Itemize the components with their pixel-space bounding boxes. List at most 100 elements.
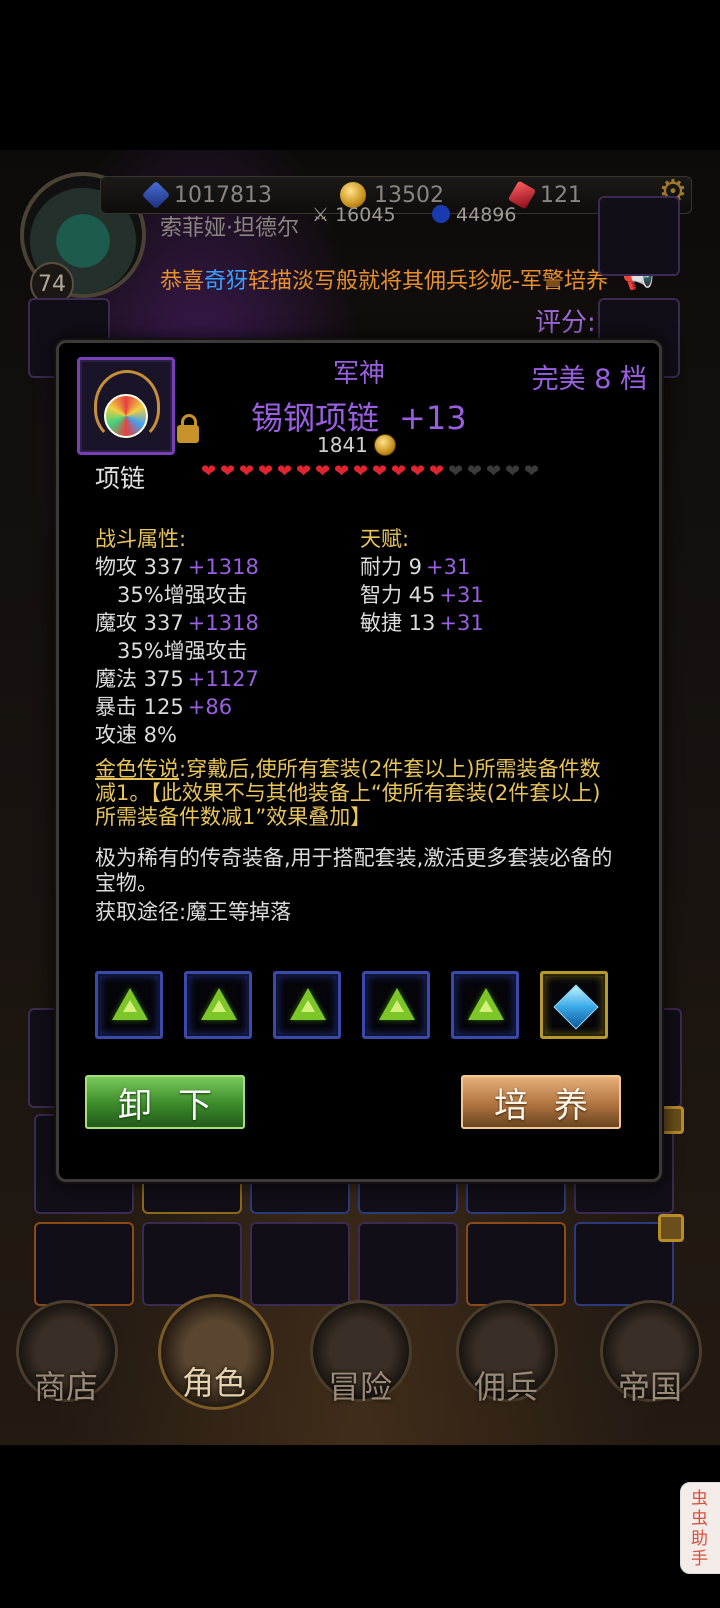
filled-heart-icon: ❤ xyxy=(409,461,426,482)
sapphire-count: 1017813 xyxy=(174,182,272,208)
filled-heart-icon: ❤ xyxy=(371,461,388,482)
gem-socket[interactable] xyxy=(184,971,252,1039)
legendary-label[interactable]: 金色传说 xyxy=(95,757,179,781)
stat-bonus: +1318 xyxy=(187,555,259,579)
empty-heart-icon: ❤ xyxy=(485,461,502,482)
stat-bonus: +86 xyxy=(187,695,233,719)
item-type: 项链 xyxy=(95,464,146,493)
gem-socket[interactable] xyxy=(451,971,519,1039)
empty-heart-icon: ❤ xyxy=(523,461,540,482)
filled-heart-icon: ❤ xyxy=(200,461,217,482)
train-button[interactable]: 培养 xyxy=(461,1075,621,1129)
filled-heart-icon: ❤ xyxy=(219,461,236,482)
talent-label: 耐力 9 xyxy=(360,555,423,579)
combat-stats-title: 战斗属性: xyxy=(95,527,187,551)
ruby-count: 121 xyxy=(540,182,582,208)
inventory-slot[interactable] xyxy=(34,1222,134,1306)
filled-heart-icon: ❤ xyxy=(276,461,293,482)
gold-coin-icon xyxy=(373,434,396,456)
filled-heart-icon: ❤ xyxy=(333,461,350,482)
stat-sub-effect: 35%增强攻击 xyxy=(117,639,248,663)
necklace-gem xyxy=(104,394,148,438)
filled-heart-icon: ❤ xyxy=(428,461,445,482)
stat-bonus: +1127 xyxy=(187,667,259,691)
stat-label: 魔攻 337 xyxy=(95,611,184,635)
talent-bonus: +31 xyxy=(439,611,484,635)
empty-heart-icon: ❤ xyxy=(466,461,483,482)
talent-bonus: +31 xyxy=(426,555,471,579)
game-screen: 74 1017813 13502 121 ⚙ 索菲娅·坦德尔 ⚔ 16045 4… xyxy=(0,0,720,1608)
talent-intelligence: 智力 45 +31 xyxy=(360,579,484,609)
unequip-button[interactable]: 卸下 xyxy=(85,1075,245,1129)
inventory-slot[interactable] xyxy=(358,1222,458,1306)
item-price-value: 1841 xyxy=(317,433,368,457)
resource-ruby: 121 xyxy=(507,180,582,210)
announcement-prefix: 恭喜 xyxy=(160,269,205,294)
filled-heart-icon: ❤ xyxy=(314,461,331,482)
stat-critical: 暴击 125 +86 xyxy=(95,691,232,721)
talent-label: 敏捷 13 xyxy=(360,611,436,635)
item-obtain-source: 获取途径:魔王等掉落 xyxy=(95,900,292,924)
nav-character[interactable]: 角色 xyxy=(158,1294,274,1434)
stat-magic: 魔法 375 +1127 xyxy=(95,663,259,693)
gem-sockets xyxy=(95,971,611,1045)
gem-socket[interactable] xyxy=(273,971,341,1039)
stat-label: 攻速 8% xyxy=(95,723,177,747)
nav-adventure-label: 冒险 xyxy=(327,1368,392,1406)
talent-title: 天赋: xyxy=(360,527,410,551)
talent-bonus: +31 xyxy=(439,583,484,607)
nav-mercenary-label: 佣兵 xyxy=(473,1368,538,1406)
item-detail-dialog: 军神 完美 8 档 锡钢项链 +13 1841 项链 ❤ ❤ ❤ ❤ ❤ ❤ ❤ ❤ ❤ ❤ ❤ ❤ ❤ ❤… xyxy=(56,340,662,1182)
nav-empire-label: 帝国 xyxy=(617,1368,682,1406)
lock-icon[interactable] xyxy=(177,414,199,443)
stat-label: 魔法 375 xyxy=(95,667,184,691)
filled-heart-icon: ❤ xyxy=(257,461,274,482)
stat-bonus: +1318 xyxy=(187,611,259,635)
announcement-ticker: 恭喜奇犽轻描淡写般就将其佣兵珍妮-军警培养 xyxy=(160,263,608,295)
nav-empire[interactable]: 帝国 xyxy=(600,1300,702,1440)
star-rating-hearts: ❤ ❤ ❤ ❤ ❤ ❤ ❤ ❤ ❤ ❤ ❤ ❤ ❤ ❤ ❤ ❤ ❤ ❤ xyxy=(200,461,540,482)
item-price: 1841 xyxy=(317,433,396,457)
nav-mercenary[interactable]: 佣兵 xyxy=(456,1300,558,1440)
equip-slot[interactable] xyxy=(598,196,680,276)
announcement-text: 轻描淡写般就将其佣兵珍妮-军警培养 xyxy=(248,269,608,294)
mana-power: 44896 xyxy=(432,204,517,226)
item-grade: 完美 8 档 xyxy=(531,364,647,395)
filled-heart-icon: ❤ xyxy=(352,461,369,482)
resource-sapphire: 1017813 xyxy=(141,180,272,210)
stat-label: 暴击 125 xyxy=(95,695,184,719)
nav-shop[interactable]: 商店 xyxy=(16,1300,118,1440)
stat-physical-attack: 物攻 337 +1318 xyxy=(95,551,259,581)
nav-adventure[interactable]: 冒险 xyxy=(310,1300,412,1440)
green-gem-icon xyxy=(379,988,415,1020)
attack-power: ⚔ 16045 xyxy=(312,204,396,226)
legendary-set-effect: 金色传说:穿戴后,使所有套装(2件套以上)所需装备件数减1。【此效果不与其他装备… xyxy=(95,757,607,829)
empty-heart-icon: ❤ xyxy=(447,461,464,482)
inventory-slot[interactable] xyxy=(466,1222,566,1306)
sword-icon: ⚔ xyxy=(312,204,330,226)
stat-label: 物攻 337 xyxy=(95,555,184,579)
helper-label: 虫虫助手 xyxy=(691,1489,708,1569)
talent-agility: 敏捷 13 +31 xyxy=(360,607,484,637)
helper-side-tab[interactable]: 虫虫助手 xyxy=(680,1482,720,1574)
attack-power-value: 16045 xyxy=(335,204,396,226)
empty-heart-icon: ❤ xyxy=(504,461,521,482)
player-name: 索菲娅·坦德尔 xyxy=(160,216,299,241)
item-enhance-level: +13 xyxy=(399,399,467,437)
item-name: 锡钢项链 xyxy=(251,399,380,437)
gem-socket[interactable] xyxy=(362,971,430,1039)
nav-shop-label: 商店 xyxy=(33,1368,98,1406)
gem-socket[interactable] xyxy=(95,971,163,1039)
green-gem-icon xyxy=(112,988,148,1020)
mana-orb-icon xyxy=(432,205,450,223)
stat-sub-effect: 35%增强攻击 xyxy=(117,583,248,607)
announcement-player: 奇犽 xyxy=(204,269,249,294)
filled-heart-icon: ❤ xyxy=(390,461,407,482)
green-gem-icon xyxy=(290,988,326,1020)
stat-attack-speed: 攻速 8% xyxy=(95,719,177,749)
green-gem-icon xyxy=(201,988,237,1020)
padlock-icon xyxy=(658,1214,684,1242)
gem-socket[interactable] xyxy=(540,971,608,1039)
talent-label: 智力 45 xyxy=(360,583,436,607)
item-description: 极为稀有的传奇装备,用于搭配套装,激活更多套装必备的宝物。 xyxy=(95,846,613,895)
